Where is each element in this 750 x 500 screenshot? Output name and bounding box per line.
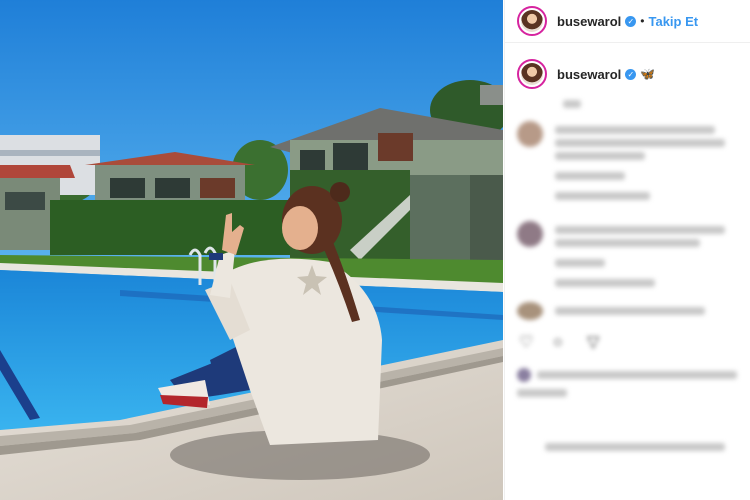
action-bar: ♡ ○ ▽: [505, 328, 750, 358]
blurred-line: [555, 192, 650, 200]
verified-badge-icon: ✓: [625, 68, 637, 80]
likes-row: [517, 366, 739, 384]
comment-avatar[interactable]: [517, 302, 543, 320]
comment-item: [505, 213, 750, 300]
butterfly-emoji-icon: 🦋: [640, 67, 656, 81]
liker-avatar: [517, 368, 531, 382]
blurred-line: [555, 126, 715, 134]
username[interactable]: busewarol: [557, 14, 621, 29]
blurred-line: [555, 172, 625, 180]
comment-icon[interactable]: ○: [553, 334, 571, 352]
avatar-image: [521, 10, 543, 32]
caption-username[interactable]: busewarol: [557, 67, 621, 82]
comment-item: [505, 300, 750, 328]
comment-body: [555, 302, 739, 320]
heart-icon[interactable]: ♡: [519, 334, 537, 352]
blurred-line: [555, 239, 700, 247]
blurred-line: [555, 226, 725, 234]
blurred-line: [517, 389, 567, 397]
blurred-line: [555, 139, 725, 147]
avatar-image: [521, 63, 543, 85]
blurred-line: [563, 100, 581, 108]
share-icon[interactable]: ▽: [587, 334, 605, 352]
instagram-post: busewarol ✓ • Takip Et busewarol ✓ 🦋 ♡ ○…: [0, 0, 750, 500]
caption-avatar[interactable]: [517, 59, 547, 89]
separator-dot: •: [640, 14, 645, 28]
pool-scene-image: [0, 0, 503, 500]
blurred-line: [555, 279, 655, 287]
caption-row: busewarol ✓ 🦋: [505, 43, 750, 95]
comment-body: [555, 221, 739, 292]
likes-row-blurred: [505, 358, 750, 410]
blurred-line: [555, 259, 605, 267]
post-header: busewarol ✓ • Takip Et: [505, 0, 750, 43]
follow-button[interactable]: Takip Et: [649, 14, 699, 29]
post-sidebar: busewarol ✓ • Takip Et busewarol ✓ 🦋 ♡ ○…: [504, 0, 750, 500]
add-comment-blurred[interactable]: [505, 410, 750, 451]
comment-item: [505, 113, 750, 213]
verified-badge-icon: ✓: [625, 15, 637, 27]
comment-avatar[interactable]: [517, 121, 543, 147]
blurred-line: [537, 371, 737, 379]
comment-avatar[interactable]: [517, 221, 543, 247]
blurred-line: [555, 152, 645, 160]
post-photo[interactable]: [0, 0, 503, 500]
caption-text-blurred: [505, 100, 750, 108]
blurred-line: [555, 307, 705, 315]
avatar[interactable]: [517, 6, 547, 36]
comment-body: [555, 121, 739, 205]
blurred-line: [545, 443, 725, 451]
